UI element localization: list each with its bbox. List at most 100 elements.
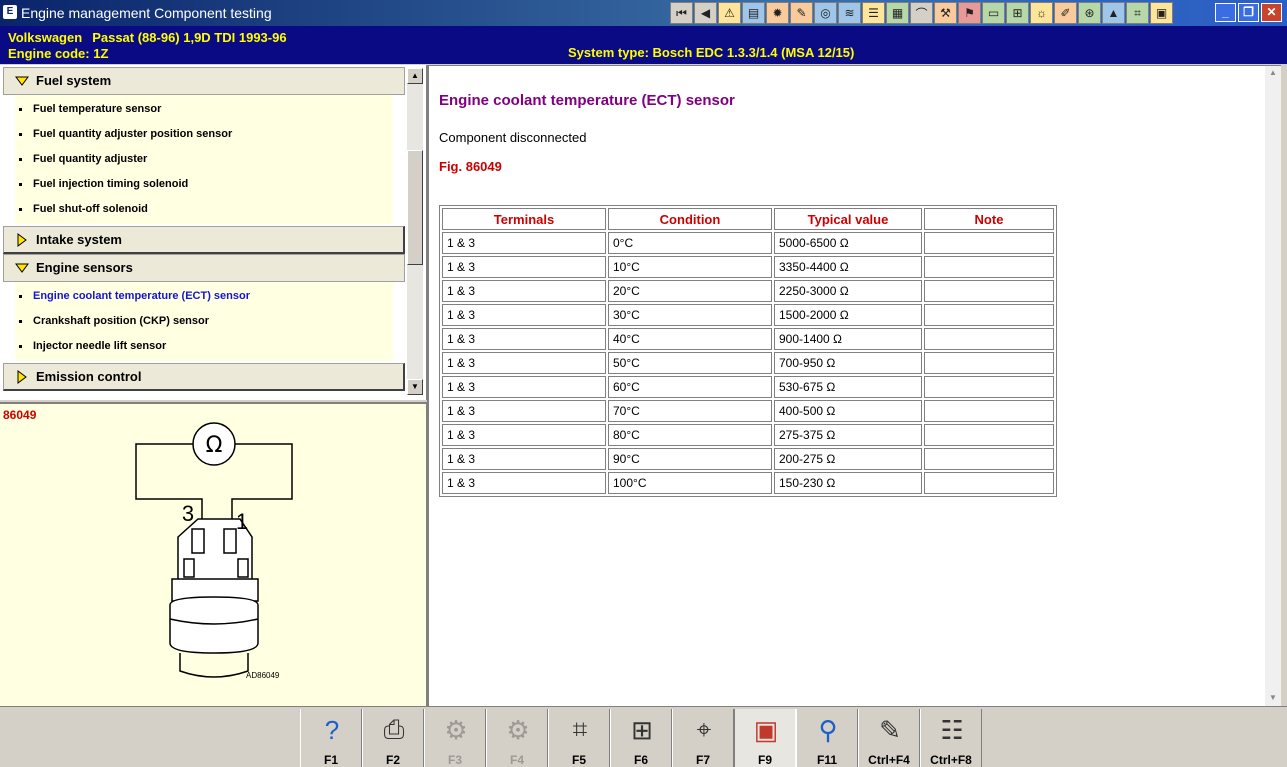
content-scroll-down-button[interactable]: ▼	[1265, 691, 1281, 707]
fkey-f7[interactable]: ⌖ F7	[672, 709, 734, 767]
table-row: 1 & 3 70°C 400-500 Ω	[442, 400, 1054, 422]
nav-group-fuel-system[interactable]: Fuel system	[3, 67, 405, 95]
nav-item[interactable]: Injector needle lift sensor	[15, 334, 393, 359]
table-row: 1 & 3 40°C 900-1400 Ω	[442, 328, 1054, 350]
wiring-icon[interactable]: ≋	[838, 2, 861, 24]
previous-icon[interactable]: ◀	[694, 2, 717, 24]
nav-item[interactable]: Engine coolant temperature (ECT) sensor	[15, 284, 393, 309]
cell-typical-value: 150-230 Ω	[774, 472, 922, 494]
cell-terminals: 1 & 3	[442, 376, 606, 398]
pin-1-label: 1	[236, 509, 248, 534]
cell-terminals: 1 & 3	[442, 424, 606, 446]
fkey-ctrl-f8[interactable]: ☷ Ctrl+F8	[920, 709, 982, 767]
picture-icon[interactable]: ▤	[742, 2, 765, 24]
ohm-symbol: Ω	[206, 433, 223, 458]
wrench-icon[interactable]: ⚒	[934, 2, 957, 24]
test-values-table: Terminals Condition Typical value Note 1…	[439, 205, 1057, 497]
system-type: System type: Bosch EDC 1.3.3/1.4 (MSA 12…	[568, 45, 855, 60]
first-page-icon[interactable]: ⏮	[670, 2, 693, 24]
fkey-label: F6	[633, 753, 648, 767]
gauge-icon[interactable]: ◎	[814, 2, 837, 24]
table-row: 1 & 3 50°C 700-950 Ω	[442, 352, 1054, 374]
cell-terminals: 1 & 3	[442, 328, 606, 350]
cell-condition: 90°C	[608, 448, 772, 470]
tools-icon[interactable]: ✎	[790, 2, 813, 24]
bullet-icon	[19, 208, 22, 211]
fault-codes-icon[interactable]: ⚑	[958, 2, 981, 24]
nav-item[interactable]: Fuel quantity adjuster position sensor	[15, 122, 393, 147]
fkey-f5[interactable]: ⌗ F5	[548, 709, 610, 767]
scroll-thumb[interactable]	[407, 150, 423, 265]
fkey-f11[interactable]: ⚲ F11	[796, 709, 858, 767]
vehicle-model: Passat (88-96) 1,9D TDI 1993-96	[92, 30, 287, 45]
figure-reference[interactable]: Fig. 86049	[439, 159, 502, 174]
connector-icon[interactable]: ⊞	[1006, 2, 1029, 24]
fkey-f6[interactable]: ⊞ F6	[610, 709, 672, 767]
nav-group-emission-control[interactable]: Emission control	[3, 363, 405, 391]
engine-code: Engine code: 1Z	[8, 46, 109, 61]
fkey-label: F7	[695, 753, 710, 767]
cell-note	[924, 424, 1054, 446]
document-icon[interactable]: ▣	[1150, 2, 1173, 24]
figure-caption: AD86049	[246, 671, 280, 680]
nav-item-label: Crankshaft position (CKP) sensor	[33, 315, 210, 327]
nav-item-list: Engine coolant temperature (ECT) sensor C…	[15, 282, 393, 361]
fkey-f1[interactable]: ? F1	[300, 709, 362, 767]
tyre-icon[interactable]: ▲	[1102, 2, 1125, 24]
vehicle-info-bar: Volkswagen Passat (88-96) 1,9D TDI 1993-9…	[0, 26, 1287, 64]
nav-item[interactable]: Fuel temperature sensor	[15, 97, 393, 122]
cell-typical-value: 3350-4400 Ω	[774, 256, 922, 278]
restore-button[interactable]: ❐	[1238, 3, 1259, 22]
nav-scrollbar[interactable]: ▲ ▼	[407, 68, 423, 395]
cell-note	[924, 400, 1054, 422]
minimize-button[interactable]: _	[1215, 3, 1236, 22]
toolbar: ⏮ ◀ ⚠ ▤ ✹ ✎ ◎ ≋ ☰ ▦ ⌒ ⚒ ⚑ ▭ ⊞ ☼ ✐ ⊛ ▲ ⌗ ▣	[670, 2, 1173, 24]
scroll-up-button[interactable]: ▲	[407, 68, 423, 84]
table-row: 1 & 3 10°C 3350-4400 Ω	[442, 256, 1054, 278]
settings-icon[interactable]: ✹	[766, 2, 789, 24]
table-icon: ☷	[940, 714, 964, 745]
cell-note	[924, 280, 1054, 302]
bullet-icon	[19, 320, 22, 323]
nav-item[interactable]: Fuel injection timing solenoid	[15, 172, 393, 197]
fkey-ctrl-f4[interactable]: ✎ Ctrl+F4	[858, 709, 920, 767]
bullet-icon	[19, 183, 22, 186]
fkey-label: F1	[323, 753, 338, 767]
nav-item[interactable]: Crankshaft position (CKP) sensor	[15, 309, 393, 334]
cell-condition: 70°C	[608, 400, 772, 422]
lamp-icon[interactable]: ⌒	[910, 2, 933, 24]
nav-item[interactable]: Fuel quantity adjuster	[15, 147, 393, 172]
cell-note	[924, 352, 1054, 374]
component-tree: Fuel system Fuel temperature sensor Fuel q…	[3, 67, 405, 397]
cell-typical-value: 530-675 Ω	[774, 376, 922, 398]
sensor-diagram: Ω 3 1	[135, 422, 293, 678]
cell-condition: 0°C	[608, 232, 772, 254]
cell-condition: 20°C	[608, 280, 772, 302]
content-scrollbar[interactable]: ▲ ▼	[1265, 66, 1281, 707]
warning-icon[interactable]: ⚠	[718, 2, 741, 24]
col-condition: Condition	[608, 208, 772, 230]
scroll-down-button[interactable]: ▼	[407, 379, 423, 395]
service-light-icon[interactable]: ☼	[1030, 2, 1053, 24]
bullet-icon	[19, 108, 22, 111]
fuse-icon[interactable]: ▦	[886, 2, 909, 24]
title-bar: E Engine management Component testing ⏮ ◀…	[0, 0, 1287, 26]
pen-icon[interactable]: ✐	[1054, 2, 1077, 24]
nav-item-label: Fuel shut-off solenoid	[33, 203, 148, 215]
cell-terminals: 1 & 3	[442, 256, 606, 278]
chip-icon[interactable]: ⌗	[1126, 2, 1149, 24]
fkey-f4: ⚙ F4	[486, 709, 548, 767]
fkey-f2[interactable]: ⎙ F2	[362, 709, 424, 767]
vehicle-make: Volkswagen	[8, 30, 83, 45]
timing-icon[interactable]: ⊛	[1078, 2, 1101, 24]
fkey-f9[interactable]: ▣ F9	[734, 709, 796, 767]
nav-item[interactable]: Fuel shut-off solenoid	[15, 197, 393, 222]
fkey-label: F3	[447, 753, 462, 767]
table-row: 1 & 3 90°C 200-275 Ω	[442, 448, 1054, 470]
battery-icon[interactable]: ▭	[982, 2, 1005, 24]
list-icon[interactable]: ☰	[862, 2, 885, 24]
close-button[interactable]: ✕	[1261, 3, 1282, 22]
content-scroll-up-button[interactable]: ▲	[1265, 66, 1281, 82]
nav-group-intake-system[interactable]: Intake system	[3, 226, 405, 254]
nav-group-engine-sensors[interactable]: Engine sensors	[3, 254, 405, 282]
